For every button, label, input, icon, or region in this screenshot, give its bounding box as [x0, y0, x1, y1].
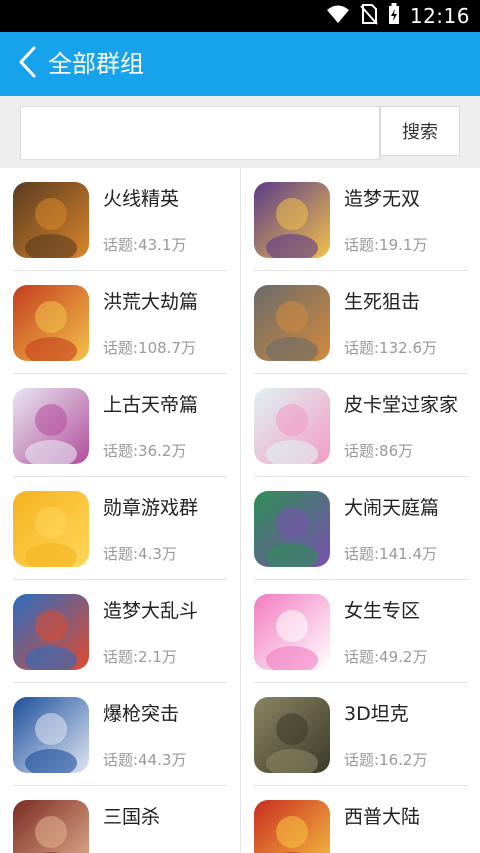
warrior-monkey-icon: [13, 285, 89, 361]
group-item[interactable]: 大闹天庭篇话题:141.4万: [241, 477, 480, 580]
group-name: 上古天帝篇: [103, 394, 199, 416]
group-name: 造梦大乱斗: [103, 600, 199, 622]
group-item[interactable]: 勋章游戏群话题:4.3万: [0, 477, 240, 580]
battery-charging-icon: [388, 3, 400, 29]
chevron-left-icon: [16, 45, 38, 83]
group-name: 勋章游戏群: [103, 497, 199, 519]
group-name: 西普大陆: [344, 806, 421, 828]
soldier-gun-icon: [13, 182, 89, 258]
group-item[interactable]: 洪荒大劫篇话题:108.7万: [0, 271, 240, 374]
group-item[interactable]: 三国杀: [0, 786, 240, 853]
group-item[interactable]: 女生专区话题:49.2万: [241, 580, 480, 683]
group-topic-count: 话题:36.2万: [103, 442, 187, 460]
anime-girl-icon: [254, 388, 330, 464]
app-bar: 全部群组: [0, 32, 480, 96]
group-name: 生死狙击: [344, 291, 421, 313]
group-topic-count: 话题:2.1万: [103, 648, 177, 666]
search-input[interactable]: [20, 106, 380, 160]
group-item[interactable]: 皮卡堂过家家话题:86万: [241, 374, 480, 477]
group-topic-count: 话题:49.2万: [344, 648, 428, 666]
group-topic-count: 话题:4.3万: [103, 545, 177, 563]
group-item[interactable]: 爆枪突击话题:44.3万: [0, 683, 240, 786]
monkey-king-icon: [254, 182, 330, 258]
group-topic-count: 话题:132.6万: [344, 339, 437, 357]
gunner-boy-icon: [13, 697, 89, 773]
group-topic-count: 话题:86万: [344, 442, 414, 460]
group-name: 大闹天庭篇: [344, 497, 440, 519]
no-sim-icon: [360, 3, 378, 29]
group-topic-count: 话题:43.1万: [103, 236, 187, 254]
search-bar: 搜索: [0, 96, 480, 168]
status-icons: 12:16: [326, 0, 470, 32]
girl-portrait-icon: [254, 594, 330, 670]
sniper-man-icon: [254, 285, 330, 361]
green-warrior-icon: [254, 491, 330, 567]
group-name: 爆枪突击: [103, 703, 180, 725]
group-name: 三国杀: [103, 806, 161, 828]
group-item[interactable]: 西普大陆: [241, 786, 480, 853]
group-name: 火线精英: [103, 188, 180, 210]
fire-creature-icon: [254, 800, 330, 853]
group-topic-count: 话题:16.2万: [344, 751, 428, 769]
group-item[interactable]: 火线精英话题:43.1万: [0, 168, 240, 271]
group-name: 女生专区: [344, 600, 421, 622]
group-item[interactable]: 造梦无双话题:19.1万: [241, 168, 480, 271]
status-time: 12:16: [409, 4, 470, 28]
group-topic-count: 话题:108.7万: [103, 339, 196, 357]
group-name: 造梦无双: [344, 188, 421, 210]
wifi-icon: [326, 4, 350, 28]
warlord-face-icon: [13, 800, 89, 853]
group-item[interactable]: 生死狙击话题:132.6万: [241, 271, 480, 374]
group-topic-count: 话题:44.3万: [103, 751, 187, 769]
group-name: 洪荒大劫篇: [103, 291, 199, 313]
group-topic-count: 话题:19.1万: [344, 236, 428, 254]
red-monkey-icon: [13, 594, 89, 670]
group-item[interactable]: 3D坦克话题:16.2万: [241, 683, 480, 786]
group-item[interactable]: 造梦大乱斗话题:2.1万: [0, 580, 240, 683]
group-item[interactable]: 上古天帝篇话题:36.2万: [0, 374, 240, 477]
cat-mask-icon: [13, 388, 89, 464]
back-button[interactable]: [12, 46, 42, 82]
page-title: 全部群组: [48, 50, 144, 78]
status-bar: 12:16: [0, 0, 480, 32]
tank-icon: [254, 697, 330, 773]
group-name: 3D坦克: [344, 703, 409, 725]
search-button[interactable]: 搜索: [380, 106, 460, 156]
group-grid: 火线精英 话题:43.1万 造梦无双 话题:19.1万 洪荒大劫篇 话题:108.7万 生死…: [0, 168, 480, 853]
group-name: 皮卡堂过家家: [344, 394, 459, 416]
group-topic-count: 话题:141.4万: [344, 545, 437, 563]
gold-star-icon: [13, 491, 89, 567]
